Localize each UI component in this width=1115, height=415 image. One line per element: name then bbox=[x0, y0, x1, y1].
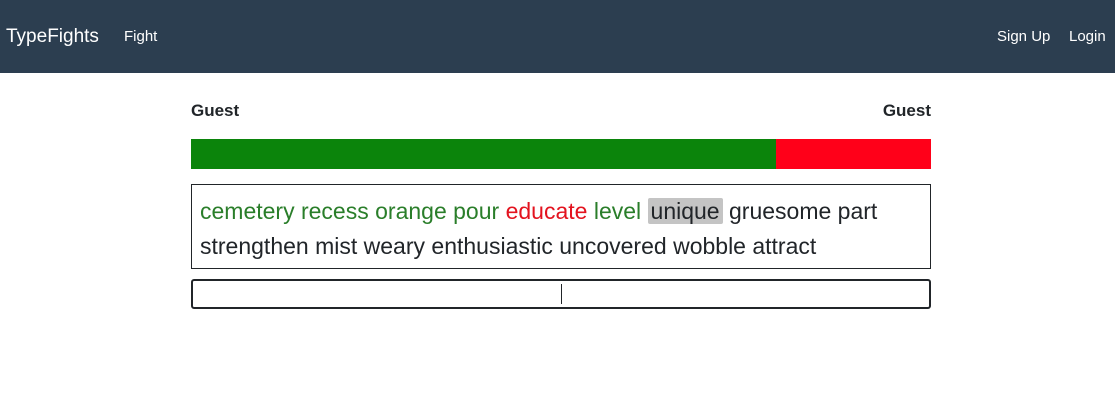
passage-word-correct: level bbox=[593, 198, 642, 224]
player-name-right: Guest bbox=[882, 101, 931, 120]
passage-word-pending: weary bbox=[363, 233, 426, 259]
player-name-left: Guest bbox=[191, 101, 240, 120]
passage-word-pending: strengthen bbox=[200, 233, 309, 259]
passage-word-current: unique bbox=[647, 198, 723, 224]
race-progress-bar bbox=[191, 139, 931, 169]
nav-fight-link[interactable]: Fight bbox=[124, 27, 157, 47]
passage-text: cemetery recess orange pour educate leve… bbox=[200, 194, 925, 264]
passage-word-wrong: educate bbox=[505, 198, 588, 224]
nav-signup-link[interactable]: Sign Up bbox=[997, 27, 1050, 47]
nav-login-link[interactable]: Login bbox=[1069, 27, 1106, 47]
passage-word-pending: wobble bbox=[673, 233, 746, 259]
passage-word-pending: attract bbox=[752, 233, 817, 259]
passage-word-pending: mist bbox=[315, 233, 358, 259]
typing-input[interactable] bbox=[191, 279, 931, 309]
passage-word-correct: orange bbox=[375, 198, 447, 224]
race-progress-fill bbox=[191, 139, 776, 169]
passage-word-pending: enthusiastic bbox=[431, 233, 553, 259]
text-caret bbox=[561, 284, 562, 304]
brand-logo-link[interactable]: TypeFights bbox=[6, 24, 99, 50]
passage-word-correct: pour bbox=[453, 198, 500, 224]
passage-box: cemetery recess orange pour educate leve… bbox=[191, 184, 931, 269]
passage-word-correct: cemetery bbox=[200, 198, 295, 224]
passage-word-correct: recess bbox=[300, 198, 369, 224]
top-navbar: TypeFights Fight Sign Up Login bbox=[0, 0, 1115, 73]
passage-word-pending: uncovered bbox=[559, 233, 667, 259]
passage-word-pending: part bbox=[837, 198, 878, 224]
passage-word-pending: gruesome bbox=[729, 198, 832, 224]
